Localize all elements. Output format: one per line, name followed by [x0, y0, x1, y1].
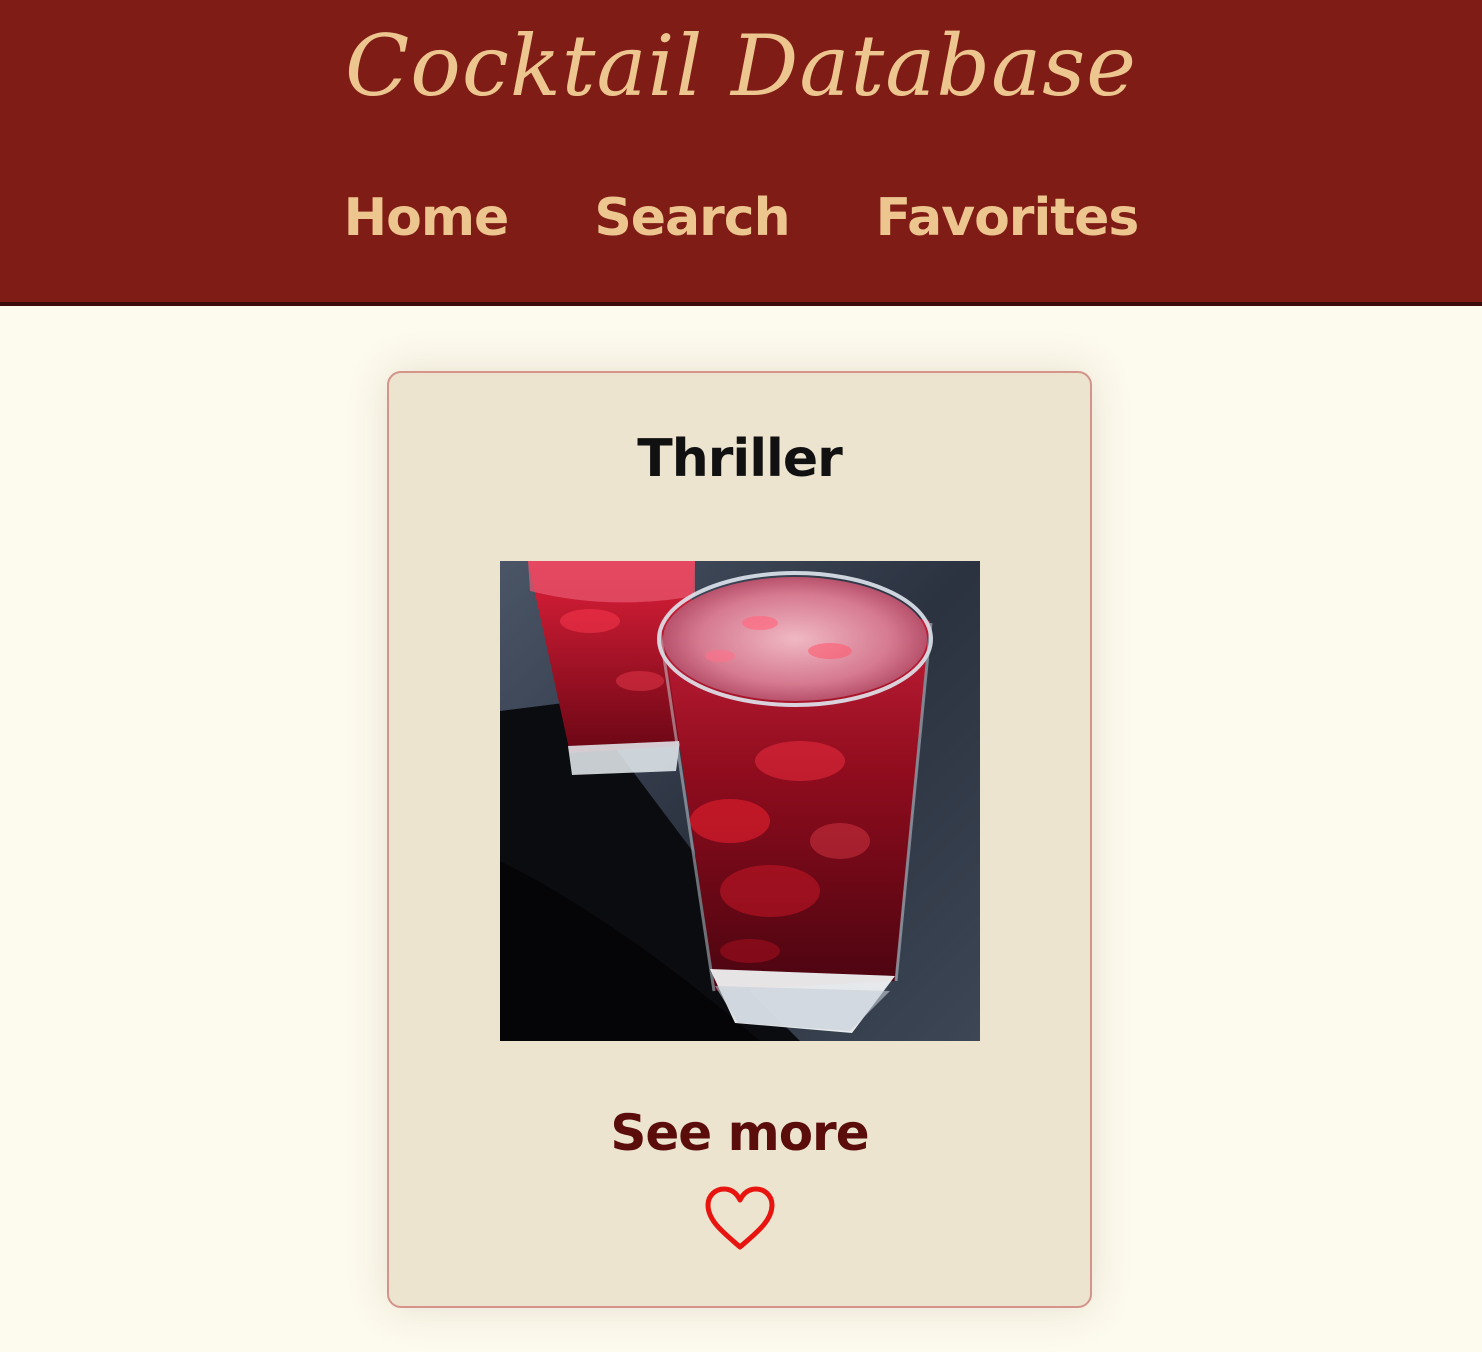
nav-favorites-link[interactable]: Favorites — [876, 188, 1140, 248]
cocktail-image[interactable] — [500, 561, 980, 1041]
site-title: Cocktail Database — [345, 17, 1137, 115]
cocktail-card: Thriller See more — [387, 371, 1092, 1308]
cocktail-name: Thriller — [637, 429, 843, 489]
main-nav: Home Search Favorites — [0, 178, 1482, 258]
see-more-link[interactable]: See more — [389, 1097, 1090, 1169]
heart-outline-icon — [705, 1186, 775, 1250]
site-header: Cocktail Database Home Search Favorites — [0, 0, 1482, 306]
nav-home-link[interactable]: Home — [344, 188, 510, 248]
nav-search-link[interactable]: Search — [594, 188, 790, 248]
cocktail-photo-illustration — [500, 561, 980, 1041]
favorite-button[interactable] — [704, 1185, 776, 1255]
